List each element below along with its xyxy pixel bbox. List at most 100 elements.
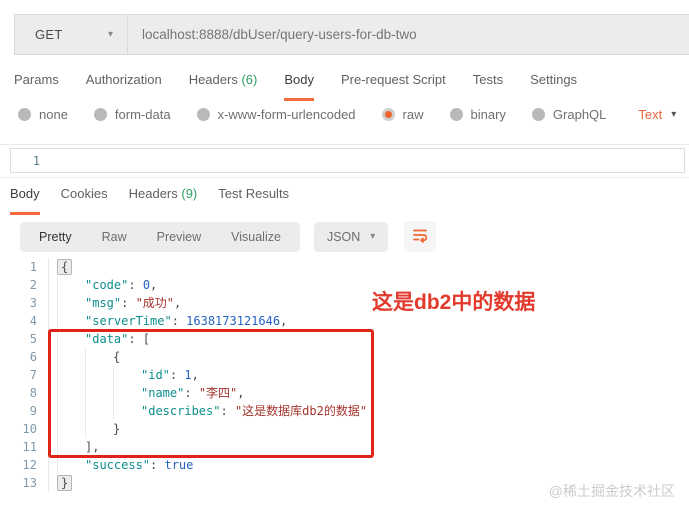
method-select[interactable]: GET ▾ [15,15,128,54]
token-punc: : [150,458,165,472]
code-line: 5 "data": [ [0,330,689,348]
token-punc: : [121,296,136,310]
token-brace: } [57,475,73,491]
tab-headers[interactable]: Headers (6) [189,72,258,101]
tab-body[interactable]: Body [284,72,314,101]
raw-type-select[interactable]: Text ▾ [638,107,676,122]
tab-label: Authorization [85,72,162,87]
format-label: JSON [326,229,361,244]
view-tab-pretty[interactable]: Pretty [24,222,87,252]
token-punc: : [128,278,143,292]
line-content: { [48,258,73,276]
tab-label: Test Results [218,186,290,201]
raw-type-label: Text [638,107,663,122]
indent-guide [85,420,113,438]
line-number: 1 [29,260,37,274]
line-content: "id": 1, [48,366,199,384]
url-bar: GET ▾ [14,14,689,55]
wrap-text-button[interactable] [404,221,437,252]
token-punc: ], [85,440,100,454]
line-number: 8 [29,386,37,400]
token-punc: : [ [128,332,151,346]
line-content: } [48,474,73,492]
body-mode-label: x-www-form-urlencoded [217,107,356,122]
body-mode-row: none form-data x-www-form-urlencoded raw bin… [18,107,676,122]
url-input[interactable] [128,15,689,54]
line-number: 10 [22,422,37,436]
body-mode-x-www-form-urlencoded[interactable]: x-www-form-urlencoded [196,107,356,122]
tab-authorization[interactable]: Authorization [86,72,162,101]
body-mode-form-data[interactable]: form-data [93,107,171,122]
response-body-code: 1{2 "code": 0, 3 "msg": "成功", 4 "serverTime":… [0,258,689,492]
line-content: "name": "李四", [48,384,245,402]
tab-label: Body [284,72,314,87]
radio-icon [93,108,107,121]
tab-label: Tests [472,72,504,87]
tab-params[interactable]: Params [14,72,59,101]
view-tab-preview[interactable]: Preview [142,222,216,252]
line-content: "code": 0, [48,276,157,294]
indent-guide [57,384,85,402]
body-mode-raw[interactable]: raw [381,107,424,122]
line-number: 9 [29,404,37,418]
token-num: 1638173121646 [186,314,281,328]
token-key: "describes" [141,404,221,418]
radio-icon [196,108,210,121]
tab-label: Headers [188,72,238,87]
code-line: 3 "msg": "成功", [0,294,689,312]
indent-guide [57,276,85,294]
token-key: "msg" [85,296,122,310]
chevron-down-icon: ▾ [370,231,376,242]
tab-settings[interactable]: Settings [530,72,577,101]
token-bool: true [164,458,194,472]
body-mode-binary[interactable]: binary [449,107,506,122]
tab-headers[interactable]: Headers (9) [129,186,198,215]
code-line: 2 "code": 0, [0,276,689,294]
line-content: "msg": "成功", [48,294,181,312]
code-line: 11], [0,438,689,456]
code-line: 7 "id": 1, [0,366,689,384]
token-punc: , [280,314,288,328]
token-punc: , [237,386,245,400]
tab-count-badge: (6) [237,72,258,87]
token-key: "data" [85,332,129,346]
tab-pre-request-script[interactable]: Pre-request Script [341,72,446,101]
view-tab-raw[interactable]: Raw [87,222,142,252]
response-tabs: Body Cookies Headers (9) Test Results [10,186,289,215]
token-punc: : [169,368,185,382]
token-key: "success" [85,458,151,472]
tab-test-results[interactable]: Test Results [218,186,289,215]
tab-tests[interactable]: Tests [473,72,503,101]
indent-guide [113,384,141,402]
token-punc: , [150,278,158,292]
indent-guide [113,402,141,420]
body-mode-graphql[interactable]: GraphQL [531,107,606,122]
text-wrap-icon [413,229,428,243]
radio-icon [531,108,545,121]
indent-guide [57,348,85,366]
tab-label: Params [14,72,59,87]
code-line: 12 "success": true [0,456,689,474]
request-body-editor[interactable]: 1 [10,148,685,173]
indent-guide [85,402,113,420]
divider [0,144,689,145]
editor-line-number: 1 [32,153,40,168]
token-punc: } [113,422,121,436]
indent-guide [85,366,113,384]
token-punc: , [191,368,199,382]
code-line: 10} [0,420,689,438]
format-select[interactable]: JSON ▾ [313,221,389,252]
body-mode-none[interactable]: none [18,107,68,122]
tab-count-badge: (9) [177,186,198,201]
view-tab-visualize[interactable]: Visualize [216,222,296,252]
line-content: { [48,348,120,366]
line-number: 12 [22,458,37,472]
indent-guide [57,366,85,384]
divider [0,177,689,178]
line-content: "serverTime": 1638173121646, [48,312,287,330]
radio-icon [18,108,31,121]
tab-cookies[interactable]: Cookies [61,186,108,215]
chevron-down-icon: ▾ [671,109,677,120]
tab-body[interactable]: Body [10,186,40,215]
watermark: @稀土掘金技术社区 [548,483,675,499]
